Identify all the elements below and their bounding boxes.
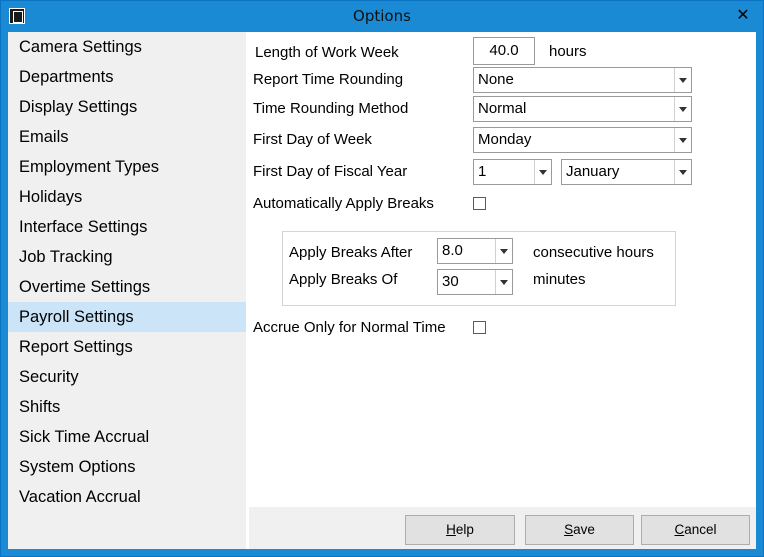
work-week-unit: hours	[549, 43, 587, 60]
sidebar-item-sick-time-accrual[interactable]: Sick Time Accrual	[8, 422, 246, 452]
first-day-label: First Day of Week	[253, 131, 372, 148]
chevron-down-icon[interactable]	[495, 270, 512, 294]
chevron-down-icon[interactable]	[495, 239, 512, 263]
breaks-of-label: Apply Breaks Of	[289, 271, 398, 288]
fiscal-month-select[interactable]: January	[561, 159, 692, 185]
breaks-of-unit: minutes	[533, 271, 586, 288]
sidebar-item-shifts[interactable]: Shifts	[8, 392, 246, 422]
save-button-mnemonic: S	[564, 522, 574, 537]
window-title: Options	[353, 7, 411, 25]
sidebar-item-display-settings[interactable]: Display Settings	[8, 92, 246, 122]
first-day-select-value: Monday	[478, 131, 532, 148]
cancel-button-mnemonic: C	[674, 522, 685, 537]
auto-breaks-checkbox[interactable]	[473, 197, 486, 210]
chevron-down-icon[interactable]	[674, 128, 691, 152]
sidebar-item-camera-settings[interactable]: Camera Settings	[8, 32, 246, 62]
rounding-select-value: None	[478, 71, 514, 88]
method-select[interactable]: Normal	[473, 96, 692, 122]
first-day-select[interactable]: Monday	[473, 127, 692, 153]
method-label: Time Rounding Method	[253, 100, 409, 117]
accrue-checkbox[interactable]	[473, 321, 486, 334]
chevron-down-icon[interactable]	[534, 160, 551, 184]
sidebar-item-vacation-accrual[interactable]: Vacation Accrual	[8, 482, 246, 512]
sidebar-item-job-tracking[interactable]: Job Tracking	[8, 242, 246, 272]
fiscal-day-select[interactable]: 1	[473, 159, 552, 185]
fiscal-day-select-value: 1	[478, 163, 487, 180]
breaks-group: Apply Breaks After 8.0 consecutive hours…	[282, 231, 676, 306]
title-bar[interactable]: Options ✕	[1, 1, 763, 32]
help-button-label: elp	[455, 522, 474, 537]
fiscal-label: First Day of Fiscal Year	[253, 163, 408, 180]
help-button[interactable]: Help	[405, 515, 515, 545]
sidebar-item-payroll-settings[interactable]: Payroll Settings	[8, 302, 246, 332]
breaks-after-select-value: 8.0	[442, 242, 463, 259]
cancel-button[interactable]: Cancel	[641, 515, 750, 545]
sidebar-item-interface-settings[interactable]: Interface Settings	[8, 212, 246, 242]
method-select-value: Normal	[478, 100, 527, 117]
sidebar-item-emails[interactable]: Emails	[8, 122, 246, 152]
help-button-mnemonic: H	[446, 522, 456, 537]
save-button[interactable]: Save	[525, 515, 634, 545]
payroll-settings-panel: Length of Work Week 40.0 hours Report Ti…	[249, 32, 756, 507]
breaks-after-select[interactable]: 8.0	[437, 238, 513, 264]
rounding-select[interactable]: None	[473, 67, 692, 93]
sidebar: Camera Settings Departments Display Sett…	[8, 32, 246, 549]
sidebar-item-departments[interactable]: Departments	[8, 62, 246, 92]
breaks-after-unit: consecutive hours	[533, 244, 654, 261]
fiscal-month-select-value: January	[566, 163, 620, 180]
button-bar: Help Save Cancel	[249, 507, 756, 549]
chevron-down-icon[interactable]	[674, 97, 691, 121]
sidebar-item-employment-types[interactable]: Employment Types	[8, 152, 246, 182]
auto-breaks-label: Automatically Apply Breaks	[253, 195, 434, 212]
cancel-button-label: ancel	[684, 522, 717, 537]
sidebar-item-security[interactable]: Security	[8, 362, 246, 392]
close-button[interactable]: ✕	[729, 5, 757, 25]
chevron-down-icon[interactable]	[674, 68, 691, 92]
client-area: Camera Settings Departments Display Sett…	[8, 32, 756, 549]
breaks-of-select-value: 30	[442, 273, 459, 290]
breaks-of-select[interactable]: 30	[437, 269, 513, 295]
sidebar-item-system-options[interactable]: System Options	[8, 452, 246, 482]
save-button-label: ave	[573, 522, 595, 537]
options-window: Options ✕ Camera Settings Departments Di…	[0, 0, 764, 557]
work-week-label: Length of Work Week	[255, 44, 399, 61]
sidebar-item-report-settings[interactable]: Report Settings	[8, 332, 246, 362]
rounding-label: Report Time Rounding	[253, 71, 404, 88]
work-week-input[interactable]: 40.0	[473, 37, 535, 65]
sidebar-item-overtime-settings[interactable]: Overtime Settings	[8, 272, 246, 302]
breaks-after-label: Apply Breaks After	[289, 244, 413, 261]
chevron-down-icon[interactable]	[674, 160, 691, 184]
close-icon: ✕	[736, 5, 750, 24]
accrue-label: Accrue Only for Normal Time	[253, 319, 446, 336]
sidebar-item-holidays[interactable]: Holidays	[8, 182, 246, 212]
